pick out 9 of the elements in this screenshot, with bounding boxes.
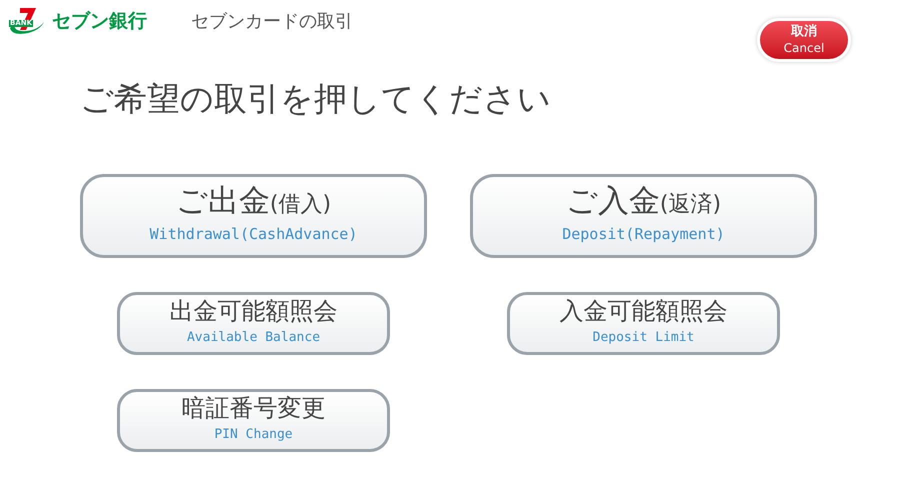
transaction-button[interactable]: 出金可能額照会 Available Balance: [117, 292, 390, 354]
screen-title: セブンカードの取引: [191, 10, 353, 34]
transaction-button[interactable]: ご入金(返済) Deposit(Repayment): [470, 174, 817, 258]
transaction-button[interactable]: ご出金(借入) Withdrawal(CashAdvance): [80, 174, 427, 258]
prompt-text: ご希望の取引を押してください: [80, 79, 551, 118]
transaction-button[interactable]: 暗証番号変更 PIN Change: [117, 388, 390, 452]
cancel-button[interactable]: 取消 Cancel: [760, 21, 848, 59]
transaction-button[interactable]: 入金可能額照会 Deposit Limit: [507, 292, 780, 354]
logo-text: セブン銀行: [52, 8, 147, 34]
